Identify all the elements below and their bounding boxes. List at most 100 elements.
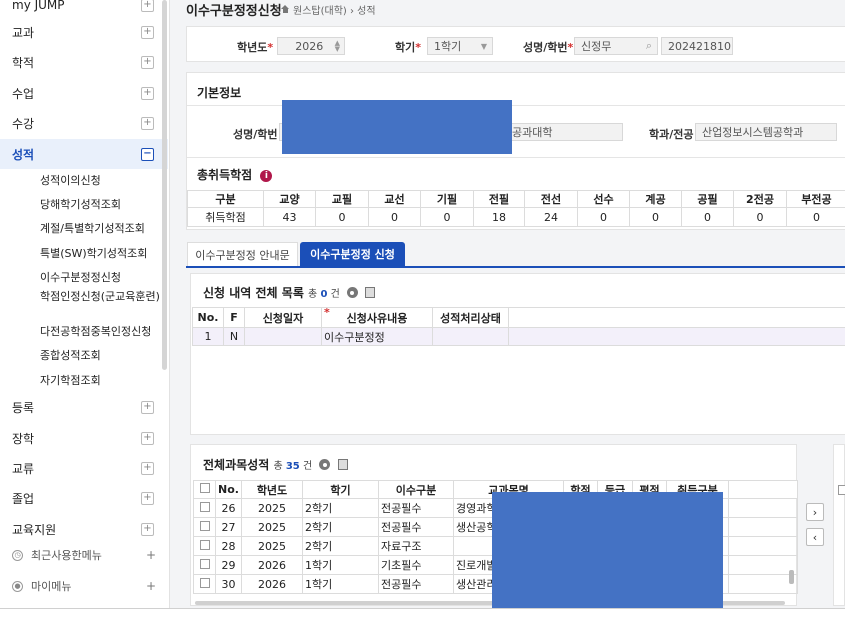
search-icon[interactable]: ⌕ [646,39,652,53]
submenu-sw-grades[interactable]: 특별(SW)학기성적조회 [40,247,160,261]
year-field[interactable]: 2026 ▲ ▼ [277,37,345,55]
col-header: 공필 [681,190,734,208]
col-header: 학년도 [241,480,303,499]
row-checkbox[interactable] [193,498,216,518]
menu-curriculum[interactable]: 교과 + [0,17,168,47]
total-credits-title: 총취득학점 i [197,166,273,183]
select-all-checkbox[interactable] [193,480,216,499]
settings-icon[interactable] [319,459,331,470]
collapse-icon[interactable]: − [141,147,154,161]
term-label: 학기* [395,41,422,54]
row-checkbox[interactable] [193,517,216,537]
my-menu-label: 마이메뉴 [31,580,72,593]
row-checkbox[interactable] [193,574,216,594]
tab-guide[interactable]: 이수구분정정 안내문 [187,242,298,266]
expand-icon[interactable]: + [141,491,154,505]
term-select[interactable]: 1학기 ▼ [427,37,493,55]
row-checkbox[interactable] [193,536,216,556]
cell: 0 [315,207,369,227]
expand-icon[interactable]: + [141,461,154,475]
right-panel [833,444,845,606]
col-header: 기필 [420,190,474,208]
grades-title: 전체과목성적 총 35 건 [203,456,348,473]
cell: 0 [786,207,845,227]
tab-apply[interactable]: 이수구분정정 신청 [300,242,405,266]
move-right-button[interactable]: › [806,503,824,521]
name-id-label: 성명/학번* [523,41,574,54]
recent-menu[interactable]: ◷ 최근사용한메뉴 + [12,545,162,565]
excel-icon[interactable] [365,287,376,298]
name-id-label: 성명/학번 [233,128,278,141]
menu-label: my JUMP [12,0,65,12]
plus-icon[interactable]: + [146,548,156,562]
menu-label: 성적 [12,147,35,162]
submenu-own-credits[interactable]: 자기학점조회 [40,374,160,388]
col-header: 신청일자 [244,307,322,328]
submenu-current-grades[interactable]: 당해학기성적조회 [40,198,160,212]
breadcrumb-path: 원스탑(대학) › 성적 [293,6,376,17]
excel-icon[interactable] [337,459,348,470]
row-checkbox[interactable] [193,555,216,575]
submenu-grade-appeal[interactable]: 성적이의신청 [40,174,160,188]
submenu-course-type-change[interactable]: 이수구분정정신청 [40,271,160,285]
col-header: 교선 [368,190,421,208]
recent-menu-label: 최근사용한메뉴 [31,549,102,562]
basic-info-title: 기본정보 [197,86,242,100]
application-table: No. F 신청일자 * 신청사유내용 성적처리상태 1 N 이수구분정정 [192,306,845,346]
breadcrumb: 원스탑(대학) › 성적 [281,2,376,17]
settings-icon[interactable] [346,287,358,298]
menu-education-support[interactable]: 교육지원 + [0,514,168,544]
expand-icon[interactable]: + [141,25,154,39]
sidebar-scrollbar[interactable] [162,0,167,370]
menu-exchange[interactable]: 교류 + [0,453,168,483]
expand-icon[interactable]: + [141,0,154,12]
info-icon[interactable]: i [260,170,273,182]
checkbox[interactable] [838,485,845,495]
cell [432,327,509,346]
plus-icon[interactable]: + [146,579,156,593]
menu-label: 학적 [12,55,35,70]
expand-icon[interactable]: + [141,522,154,536]
grades-scrollbar[interactable] [789,570,794,584]
submenu-total-grades[interactable]: 종합성적조회 [40,349,160,363]
menu-class[interactable]: 수업 + [0,78,168,108]
expand-icon[interactable]: + [141,55,154,69]
col-header: 구분 [187,190,264,208]
user-icon: ● [12,580,23,592]
expand-icon[interactable]: + [141,86,154,100]
home-icon[interactable] [281,5,290,14]
expand-icon[interactable]: + [141,116,154,130]
submenu-multi-major-credit[interactable]: 다전공학점중복인정신청 [40,325,160,339]
submenu-seasonal-grades[interactable]: 계절/특별학기성적조회 [40,222,160,236]
year-label: 학년도* [237,41,274,54]
col-header: 교필 [315,190,369,208]
menu-enrollment[interactable]: 수강 + [0,108,168,138]
menu-graduation[interactable]: 졸업 + [0,483,168,513]
col-header: 학기 [302,480,379,499]
expand-icon[interactable]: + [141,400,154,414]
col-header: 선수 [577,190,630,208]
application-list-title: 신청 내역 전체 목록 총 0 건 [203,284,376,301]
submenu-military-credit[interactable]: 학점인정신청(군교육훈련) [40,290,160,304]
menu-academic[interactable]: 학적 + [0,47,168,77]
table-row[interactable]: 1 N 이수구분정정 [192,327,845,346]
name-field[interactable]: 신정무 ⌕ [574,37,658,55]
student-id-field[interactable]: 202421810 [661,37,733,55]
redaction-box [282,100,512,154]
menu-label: 교과 [12,25,35,40]
spinner-icon[interactable]: ▲ ▼ [335,40,340,53]
col-header: No. [192,307,224,328]
clock-icon: ◷ [12,549,23,561]
move-left-button[interactable]: ‹ [806,528,824,546]
col-header: 전선 [524,190,578,208]
menu-grades[interactable]: 성적 − [0,139,168,169]
menu-registration[interactable]: 등록 + [0,392,168,422]
cell: 1 [192,327,224,346]
my-menu[interactable]: ● 마이메뉴 + [12,576,162,596]
cell: 0 [420,207,474,227]
menu-scholarship[interactable]: 장학 + [0,423,168,453]
expand-icon[interactable]: + [141,431,154,445]
menu-label: 등록 [12,400,35,415]
dropdown-arrow-icon[interactable]: ▼ [481,42,487,51]
col-header: 부전공 [786,190,845,208]
